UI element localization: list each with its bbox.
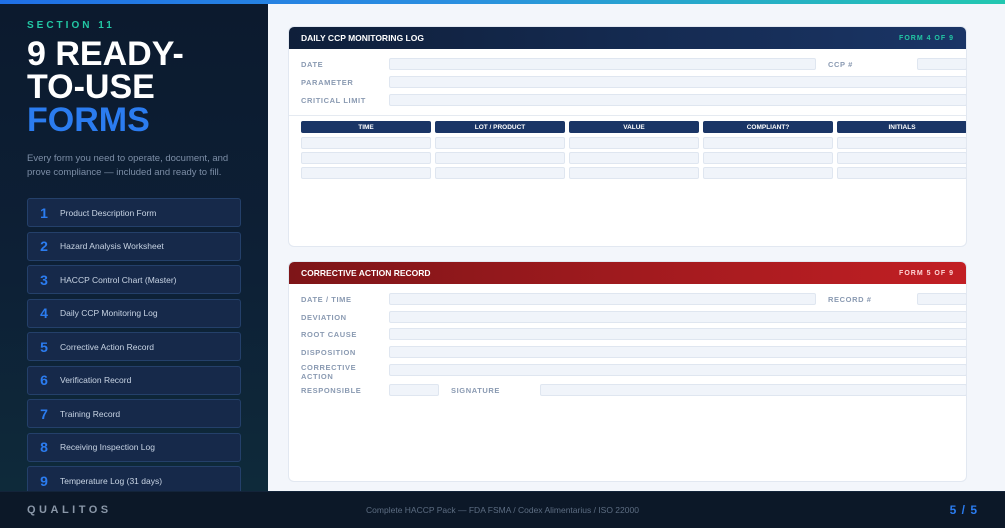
form-item-3[interactable]: 3 HACCP Control Chart (Master) [27,265,241,294]
forms-list: 1 Product Description Form 2 Hazard Analys… [27,198,241,500]
signature-label: SIGNATURE [451,386,501,395]
form-number: 7 [40,405,48,422]
form-name: Corrective Action Record [60,341,155,352]
form-name: Daily CCP Monitoring Log [60,308,158,318]
ccp-field[interactable] [917,58,966,70]
ccp-label: CCP # [828,60,853,69]
table-cell[interactable] [703,167,833,179]
table-cell[interactable] [569,137,699,149]
form-number: 9 [40,472,48,489]
form-name: Training Record [60,408,121,419]
form-name: Receiving Inspection Log [60,442,155,452]
form-number: 4 [40,305,48,321]
corrective-action-record-card: CORRECTIVE ACTION RECORD FORM 5 OF 9 DAT… [288,261,967,482]
form-number: 2 [40,238,48,254]
signature-field[interactable] [540,384,966,396]
table-cell[interactable] [301,167,431,179]
parameter-field[interactable] [389,76,966,88]
card-title: DAILY CCP MONITORING LOG [301,33,424,43]
date-time-label: DATE / TIME [301,295,352,304]
page-number: 5 / 5 [949,503,978,517]
title-line-2: TO-USE [27,68,155,106]
form-number: 1 [40,204,48,221]
table-cell[interactable] [435,167,565,179]
section-label: SECTION 11 [27,20,115,31]
card-header: DAILY CCP MONITORING LOG FORM 4 OF 9 [289,27,966,49]
corrective-action-label-line-2: ACTION [301,372,334,381]
form-number: 5 [40,338,48,355]
description: Every form you need to operate, document… [27,153,229,178]
form-number-badge: FORM 4 OF 9 [899,34,954,42]
table-cell[interactable] [301,152,431,164]
table-cell[interactable] [435,152,565,164]
responsible-field[interactable] [389,384,439,396]
form-item-4[interactable]: 4 Daily CCP Monitoring Log [27,298,241,328]
date-label: DATE [301,60,324,69]
column-header-value: VALUE [569,121,699,133]
column-header-compliant: COMPLIANT? [703,121,833,133]
disposition-field[interactable] [389,346,966,358]
corrective-action-field[interactable] [389,364,966,376]
date-field[interactable] [389,58,816,70]
card-title: CORRECTIVE ACTION RECORD [301,268,431,278]
page-title: 9 READY- TO-USE FORMS [27,35,184,139]
form-item-8[interactable]: 8 Receiving Inspection Log [27,432,241,462]
form-item-7[interactable]: 7 Training Record [27,399,241,428]
form-name: Hazard Analysis Worksheet [60,241,164,251]
form-name: Product Description Form [60,207,157,218]
form-number: 6 [40,372,48,388]
card-header: CORRECTIVE ACTION RECORD FORM 5 OF 9 [289,262,966,284]
form-number-badge: FORM 5 OF 9 [899,269,954,277]
form-item-2[interactable]: 2 Hazard Analysis Worksheet [27,231,241,261]
ccp-monitoring-log-card: DAILY CCP MONITORING LOG FORM 4 OF 9 DAT… [288,26,967,247]
corrective-action-label-line-1: CORRECTIVE [301,363,357,372]
form-item-1[interactable]: 1 Product Description Form [27,198,241,227]
form-number: 3 [40,271,48,288]
title-line-1: 9 READY- [27,35,184,73]
record-field[interactable] [917,293,966,305]
table-cell[interactable] [301,137,431,149]
critical-limit-label: CRITICAL LIMIT [301,96,366,105]
table-cell[interactable] [703,137,833,149]
table-cell[interactable] [569,167,699,179]
table-cell[interactable] [837,167,966,179]
date-time-field[interactable] [389,293,816,305]
left-panel: SECTION 11 9 READY- TO-USE FORMS Every f… [0,4,268,495]
form-name: Verification Record [60,375,132,385]
root-cause-field[interactable] [389,328,966,340]
column-header-initials: INITIALS [837,121,966,133]
responsible-label: RESPONSIBLE [301,386,362,395]
form-name: HACCP Control Chart (Master) [60,274,177,285]
column-header-lot-product: LOT / PRODUCT [435,121,565,133]
footer-text: Complete HACCP Pack — FDA FSMA / Codex A… [366,505,639,515]
form-name: Temperature Log (31 days) [60,475,163,486]
deviation-label: DEVIATION [301,313,347,322]
table-cell[interactable] [837,152,966,164]
table-cell[interactable] [435,137,565,149]
right-panel: DAILY CCP MONITORING LOG FORM 4 OF 9 DAT… [268,4,1005,491]
form-number: 8 [40,439,48,455]
parameter-label: PARAMETER [301,78,354,87]
footer: QUALITOS Complete HACCP Pack — FDA FSMA … [0,491,1005,528]
critical-limit-field[interactable] [389,94,966,106]
table-cell[interactable] [837,137,966,149]
disposition-label: DISPOSITION [301,348,356,357]
root-cause-label: ROOT CAUSE [301,330,358,339]
table-cell[interactable] [569,152,699,164]
form-item-6[interactable]: 6 Verification Record [27,365,241,395]
deviation-field[interactable] [389,311,966,323]
record-label: RECORD # [828,295,872,304]
table-cell[interactable] [703,152,833,164]
form-item-5[interactable]: 5 Corrective Action Record [27,332,241,361]
divider [289,115,966,116]
title-accent: FORMS [27,101,150,139]
column-header-time: TIME [301,121,431,133]
